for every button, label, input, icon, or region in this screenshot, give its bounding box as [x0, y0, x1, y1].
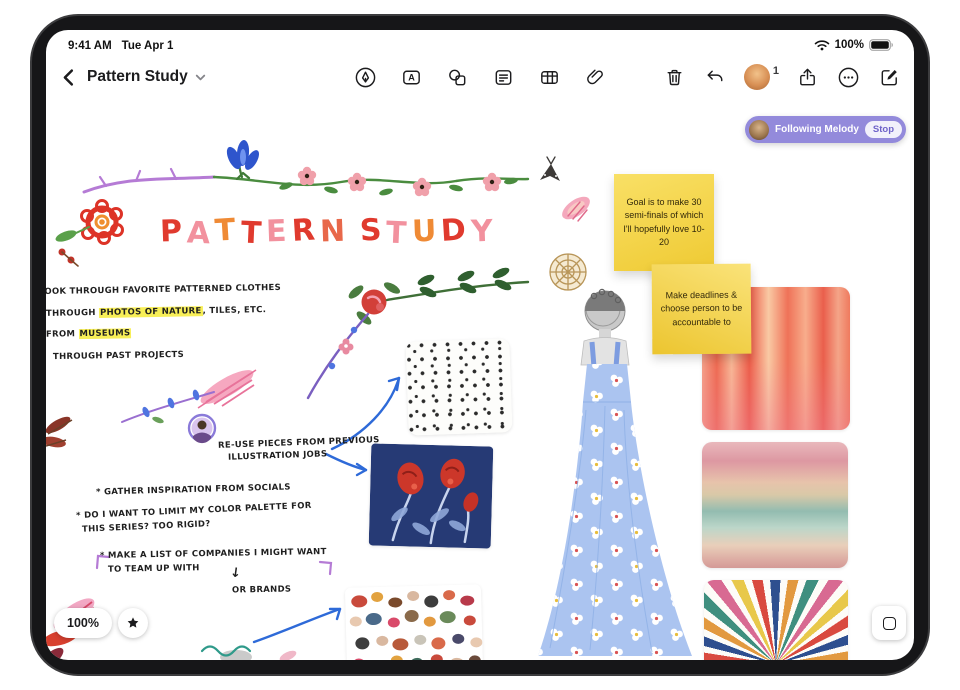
garland-drawing[interactable] — [84, 140, 594, 224]
abstract-dots-art — [345, 584, 483, 660]
sticky-note-deadlines[interactable]: Make deadlines & choose person to be acc… — [652, 264, 752, 355]
ray-stripes-image[interactable] — [704, 580, 848, 660]
floral-painting-image[interactable] — [369, 443, 494, 548]
freeform-app-screen: 9:41 AM Tue Apr 1 100% Pattern Study — [46, 30, 914, 660]
crop-mark-right[interactable] — [320, 562, 331, 574]
favorites-star-button[interactable] — [118, 608, 148, 638]
lace-circle-drawing[interactable] — [550, 254, 586, 290]
maroon-leaves-drawing[interactable] — [46, 414, 73, 449]
highlight-museums: museums — [78, 328, 131, 339]
note-companies-line2[interactable]: to team up with — [108, 563, 200, 575]
ipad-device-frame: 9:41 AM Tue Apr 1 100% Pattern Study — [30, 14, 930, 676]
bottom-right-corner-button[interactable] — [872, 606, 906, 640]
sticky-note-goal[interactable]: Goal is to make 30 semi-finals of which … — [614, 174, 714, 271]
arrow-to-floral[interactable] — [326, 454, 366, 475]
coral-leaf-drawing — [558, 192, 593, 223]
note-from-museums[interactable]: From museums — [46, 328, 131, 339]
star-icon — [125, 615, 141, 631]
red-flower-drawing[interactable] — [54, 201, 122, 267]
board-art-title[interactable]: PATTERNSTUDY — [160, 214, 498, 249]
teal-scribble-drawing[interactable] — [202, 647, 298, 661]
feather-drawing[interactable] — [197, 364, 258, 410]
highlight-photos-of-nature: photos of nature — [99, 306, 203, 318]
collaborator-cursor-avatar[interactable] — [189, 415, 215, 443]
moth-drawing — [540, 157, 560, 181]
watercolor-image[interactable] — [702, 442, 848, 568]
polka-dot-image[interactable] — [405, 338, 512, 436]
note-or-brands[interactable]: or brands — [232, 584, 291, 595]
down-arrow-doodle[interactable]: ↓ — [229, 565, 242, 581]
floral-painting-art — [369, 443, 494, 548]
arrow-to-abstract[interactable] — [254, 609, 340, 642]
zoom-level-button[interactable]: 100% — [54, 608, 112, 638]
abstract-dots-image[interactable] — [345, 584, 483, 660]
square-glyph-icon — [883, 617, 896, 630]
bottom-left-controls: 100% — [54, 608, 148, 638]
blue-flower-drawing — [224, 140, 262, 179]
whiteboard-canvas[interactable]: PATTERNSTUDY Look through favorite patte… — [46, 30, 914, 660]
